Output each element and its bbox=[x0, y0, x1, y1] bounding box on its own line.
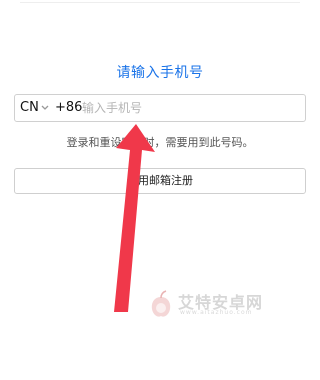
phone-usage-hint: 登录和重设密码时，需要用到此号码。 bbox=[66, 136, 254, 149]
top-divider bbox=[20, 2, 300, 3]
page-title: 请输入手机号 bbox=[116, 65, 204, 81]
watermark: 艾特安卓网 www.aitazhuo.com bbox=[148, 287, 288, 321]
phone-input[interactable] bbox=[82, 98, 297, 118]
dial-code: +86 bbox=[55, 100, 83, 115]
chevron-down-icon[interactable] bbox=[40, 101, 50, 115]
register-with-email-button[interactable]: 使用邮箱注册 bbox=[14, 168, 306, 194]
watermark-url: www.aitazhuo.com bbox=[180, 309, 253, 316]
fruit-logo-icon bbox=[151, 290, 171, 317]
phone-number-field: CN +86 bbox=[14, 94, 306, 122]
country-code-select[interactable]: CN bbox=[20, 95, 39, 121]
